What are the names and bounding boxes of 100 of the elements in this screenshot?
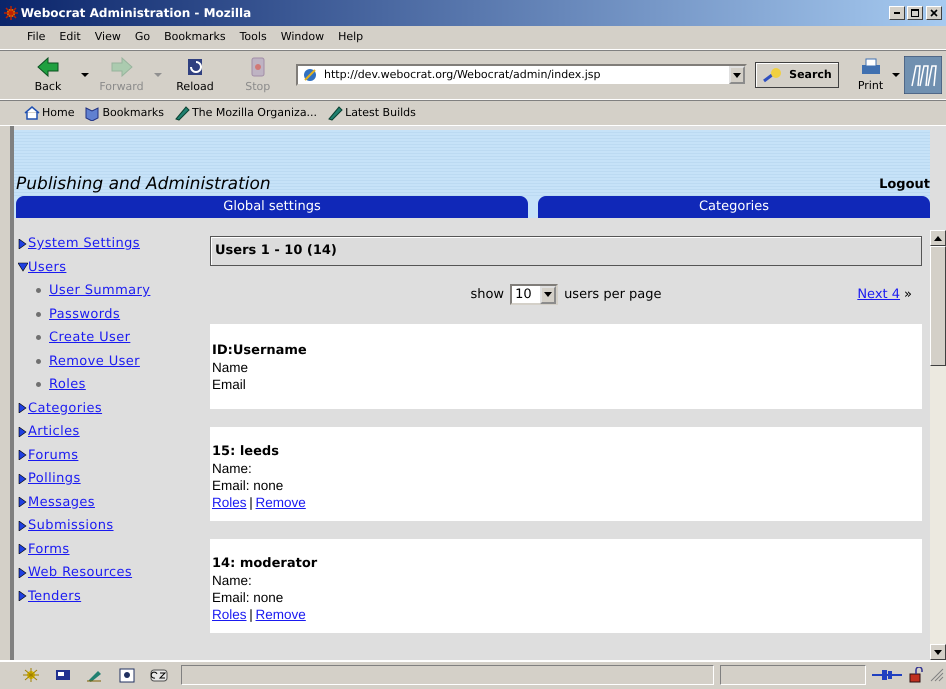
scroll-down-icon[interactable] — [934, 650, 942, 654]
throbber-logo — [904, 56, 942, 94]
menu-item[interactable]: File — [20, 29, 52, 46]
sidebar-item[interactable]: Pollings — [18, 467, 208, 490]
sidebar-subitem[interactable]: Remove User — [49, 350, 140, 373]
house-icon — [24, 105, 40, 121]
resize-grip-icon[interactable] — [930, 668, 944, 682]
user-title: ID:Username — [212, 342, 308, 358]
bookmark-item[interactable]: Bookmarks — [84, 104, 164, 122]
sidebar-item[interactable]: Web Resources — [18, 561, 208, 584]
reload-button[interactable]: Reload — [165, 54, 225, 96]
menu-item[interactable]: Tools — [232, 29, 274, 46]
book-icon — [84, 105, 100, 121]
window-title: Webocrat Administration - Mozilla — [20, 5, 252, 22]
action-link[interactable]: Roles — [212, 606, 247, 622]
link-separator: | — [249, 494, 253, 510]
print-button[interactable]: Print — [852, 56, 888, 94]
menu-item[interactable]: Window — [274, 29, 332, 46]
action-link[interactable]: Remove — [256, 606, 306, 622]
user-field: Name: — [212, 460, 252, 476]
triangle-right-icon — [18, 474, 28, 484]
close-icon — [930, 8, 938, 17]
user-title: 14: moderator — [212, 554, 318, 572]
triangle-right-icon — [18, 426, 28, 437]
sidebar-item[interactable]: Articles — [18, 420, 208, 444]
next-link[interactable]: Next 4 — [857, 284, 900, 304]
maximize-icon — [911, 8, 920, 17]
address-field[interactable]: http://dev.webocrat.org/Webocrat/admin/index.jsp — [296, 64, 747, 86]
user-title: 15: leeds — [212, 442, 280, 460]
bookmark-item[interactable]: Home — [24, 104, 74, 122]
triangle-right-icon — [18, 403, 28, 414]
sidebar-item[interactable]: Tenders — [18, 584, 208, 608]
bullet-icon — [36, 382, 41, 388]
address-book-icon[interactable] — [118, 666, 136, 682]
action-link[interactable]: Roles — [212, 494, 247, 510]
triangle-right-icon — [18, 591, 28, 602]
bullet-icon — [36, 312, 41, 317]
bullet-icon — [36, 358, 41, 364]
vertical-scrollbar[interactable] — [930, 230, 946, 660]
globe-icon — [302, 67, 318, 83]
menu-item[interactable]: Help — [331, 29, 370, 46]
minimize-button[interactable] — [888, 6, 904, 20]
menu-item[interactable]: Bookmarks — [157, 29, 233, 46]
sidebar-subitem[interactable]: Create User — [49, 326, 130, 350]
sidebar-item[interactable]: Forums — [18, 444, 208, 467]
search-button[interactable]: Search — [755, 62, 839, 88]
action-link[interactable]: Remove — [256, 494, 306, 510]
chat-icon[interactable] — [150, 666, 168, 682]
bookmark-item[interactable]: Latest Builds — [327, 104, 416, 122]
next-arrow: » — [904, 286, 912, 304]
sidebar-item[interactable]: System Settings — [18, 232, 208, 256]
nav-tab[interactable]: Global settings — [16, 196, 528, 218]
triangle-right-icon — [18, 568, 28, 578]
nav-tab[interactable]: Categories — [538, 196, 930, 218]
sidebar-item[interactable]: Categories — [18, 396, 208, 420]
menu-item[interactable]: Edit — [52, 29, 88, 46]
user-field: Email — [212, 376, 246, 392]
menu-item[interactable]: Go — [128, 29, 158, 46]
pen-icon — [327, 105, 344, 121]
per-page-select[interactable]: 10 — [510, 284, 558, 305]
maximize-button[interactable] — [907, 6, 924, 20]
dropdown-arrow-icon — [544, 292, 552, 297]
sidebar-item[interactable]: Users — [18, 256, 208, 279]
user-field: Name — [212, 360, 248, 374]
sidebar-item[interactable]: Messages — [18, 490, 208, 514]
per-page-label: users per page — [564, 286, 662, 304]
triangle-right-icon — [18, 544, 28, 554]
link-separator: | — [249, 606, 253, 622]
pen-icon — [174, 105, 190, 121]
triangle-down-icon — [18, 262, 28, 272]
menu-item[interactable]: View — [88, 29, 128, 46]
app-icon — [4, 6, 18, 20]
bullet-icon — [36, 288, 41, 294]
dropdown-arrow-icon — [732, 72, 741, 78]
scroll-thumb[interactable] — [930, 246, 946, 366]
caret-icon[interactable] — [891, 70, 902, 80]
address-text: http://dev.webocrat.org/Webocrat/admin/index.jsp — [324, 66, 601, 83]
sidebar-subitem[interactable]: User Summary — [49, 279, 150, 302]
caret-icon[interactable] — [80, 73, 89, 77]
user-field: Name: — [212, 572, 252, 588]
scroll-up-icon[interactable] — [934, 236, 942, 240]
logout-link[interactable]: Logout — [879, 174, 930, 194]
sidebar-subitem[interactable]: Passwords — [49, 302, 120, 326]
dropdown-button[interactable] — [540, 286, 556, 304]
dropdown-button[interactable] — [728, 66, 745, 84]
bullet-icon — [36, 335, 41, 340]
bookmark-item[interactable]: The Mozilla Organiza... — [174, 104, 318, 122]
users-header: Users 1 - 10 (14) — [210, 236, 922, 266]
triangle-right-icon — [18, 238, 28, 249]
back-button[interactable]: Back — [18, 54, 78, 96]
triangle-right-icon — [18, 450, 28, 460]
close-button[interactable] — [926, 6, 942, 20]
sidebar-item[interactable]: Forms — [18, 538, 208, 561]
triangle-right-icon — [18, 520, 28, 531]
minimize-icon — [892, 12, 900, 14]
user-field: Email: none — [212, 590, 284, 604]
show-label: show — [470, 286, 504, 304]
triangle-right-icon — [18, 497, 28, 508]
sidebar-item[interactable]: Submissions — [18, 514, 208, 538]
sidebar-subitem[interactable]: Roles — [49, 373, 86, 396]
